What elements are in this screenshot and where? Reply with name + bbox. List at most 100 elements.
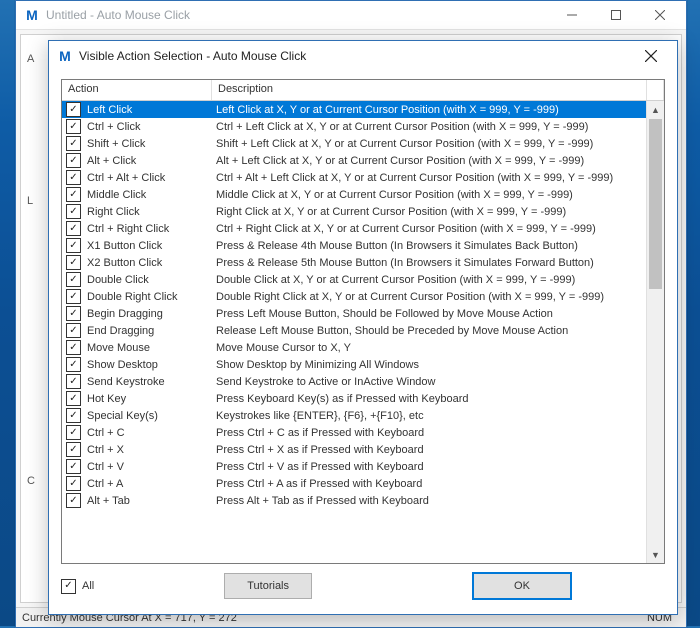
list-item[interactable]: ✓Shift + ClickShift + Left Click at X, Y… [62,135,646,152]
checkbox-icon[interactable]: ✓ [66,289,81,304]
list-header[interactable]: Action Description [62,80,664,101]
list-item[interactable]: ✓Right ClickRight Click at X, Y or at Cu… [62,203,646,220]
action-name: Send Keystroke [87,376,165,388]
checkbox-icon[interactable]: ✓ [66,204,81,219]
checkbox-icon[interactable]: ✓ [66,323,81,338]
list-item[interactable]: ✓Ctrl + XPress Ctrl + X as if Pressed wi… [62,441,646,458]
list-item[interactable]: ✓ Ctrl + A Press Ctrl + A as if Pressed wi… [62,475,646,492]
action-name: Alt + Tab [87,495,130,507]
checkbox-icon[interactable]: ✓ [66,102,81,117]
col-header-description[interactable]: Description [212,80,647,100]
action-name: Ctrl + C [87,427,125,439]
list-item[interactable]: ✓End DraggingRelease Left Mouse Button, … [62,322,646,339]
action-name: Left Click [87,104,132,116]
checkbox-icon[interactable]: ✓ [66,238,81,253]
list-item[interactable]: ✓Special Key(s)Keystrokes like {ENTER}, … [62,407,646,424]
scroll-up-icon[interactable]: ▲ [647,101,664,118]
action-description: Press Keyboard Key(s) as if Pressed with… [212,393,646,405]
list-item[interactable]: ✓Ctrl + Right ClickCtrl + Right Click at… [62,220,646,237]
maximize-button[interactable] [594,2,638,28]
all-checkbox[interactable]: ✓ All [61,579,94,594]
col-header-action[interactable]: Action [62,80,212,100]
dialog-title: Visible Action Selection - Auto Mouse Cl… [79,49,629,63]
action-name: Double Click [87,274,149,286]
action-description: Press Ctrl + X as if Pressed with Keyboa… [212,444,646,456]
col-header-scroll [647,80,664,100]
action-name: Ctrl + V [87,461,124,473]
actions-list[interactable]: Action Description ✓ Left Click Left Click… [61,79,665,564]
action-description: Release Left Mouse Button, Should be Pre… [212,325,646,337]
close-icon[interactable] [629,43,673,69]
list-item[interactable]: ✓ Middle Click Middle Click at X, Y or at … [62,186,646,203]
action-description: Keystrokes like {ENTER}, {F6}, +{F10}, e… [212,410,646,422]
checkbox-icon[interactable]: ✓ [66,391,81,406]
action-description: Press & Release 4th Mouse Button (In Bro… [212,240,646,252]
action-name: Ctrl + A [87,478,123,490]
list-item[interactable]: ✓ Ctrl + C Press Ctrl + C as if Pressed wi… [62,424,646,441]
list-item[interactable]: ✓Alt + ClickAlt + Left Click at X, Y or … [62,152,646,169]
list-item[interactable]: ✓Show DesktopShow Desktop by Minimizing … [62,356,646,373]
action-name: Move Mouse [87,342,150,354]
dialog-titlebar[interactable]: M Visible Action Selection - Auto Mouse … [49,41,677,71]
action-description: Double Click at X, Y or at Current Curso… [212,274,646,286]
checkbox-icon[interactable]: ✓ [66,408,81,423]
action-description: Left Click at X, Y or at Current Cursor … [212,104,646,116]
checkbox-icon[interactable]: ✓ [66,425,81,440]
checkbox-icon[interactable]: ✓ [66,136,81,151]
action-description: Double Right Click at X, Y or at Current… [212,291,646,303]
checkbox-icon[interactable]: ✓ [66,340,81,355]
scroll-down-icon[interactable]: ▼ [647,546,664,563]
list-item[interactable]: ✓Move MouseMove Mouse Cursor to X, Y [62,339,646,356]
main-titlebar[interactable]: M Untitled - Auto Mouse Click [16,1,686,29]
app-icon: M [24,7,40,23]
list-item[interactable]: ✓Begin DraggingPress Left Mouse Button, … [62,305,646,322]
list-item[interactable]: ✓ Hot Key Press Keyboard Key(s) as if Pres… [62,390,646,407]
list-item[interactable]: ✓ Double Click Double Click at X, Y or at … [62,271,646,288]
action-description: Middle Click at X, Y or at Current Curso… [212,189,646,201]
scrollbar-thumb[interactable] [649,119,662,289]
checkbox-icon[interactable]: ✓ [66,374,81,389]
checkbox-icon[interactable]: ✓ [66,476,81,491]
checkbox-icon[interactable]: ✓ [66,170,81,185]
list-item[interactable]: ✓Ctrl + Alt + ClickCtrl + Alt + Left Cli… [62,169,646,186]
checkbox-icon[interactable]: ✓ [66,255,81,270]
action-name: X2 Button Click [87,257,162,269]
action-name: Show Desktop [87,359,158,371]
checkbox-icon[interactable]: ✓ [66,153,81,168]
list-item[interactable]: ✓Ctrl + ClickCtrl + Left Click at X, Y o… [62,118,646,135]
action-name: Middle Click [87,189,146,201]
list-item[interactable]: ✓X1 Button ClickPress & Release 4th Mous… [62,237,646,254]
checkbox-icon[interactable]: ✓ [66,119,81,134]
all-label: All [82,580,94,592]
checkbox-icon[interactable]: ✓ [66,272,81,287]
checkbox-icon[interactable]: ✓ [66,221,81,236]
app-icon: M [57,48,73,64]
list-item[interactable]: ✓ X2 Button Click Press & Release 5th Mous… [62,254,646,271]
close-button[interactable] [638,2,682,28]
action-name: Hot Key [87,393,126,405]
checkbox-icon[interactable]: ✓ [66,306,81,321]
ok-button[interactable]: OK [472,572,572,600]
checkbox-icon[interactable]: ✓ [66,442,81,457]
tutorials-button[interactable]: Tutorials [224,573,312,599]
list-item[interactable]: ✓ Double Right Click Double Right Click at… [62,288,646,305]
action-description: Press Alt + Tab as if Pressed with Keybo… [212,495,646,507]
checkbox-icon[interactable]: ✓ [66,459,81,474]
list-item[interactable]: ✓Ctrl + VPress Ctrl + V as if Pressed wi… [62,458,646,475]
list-item[interactable]: ✓ Left Click Left Click at X, Y or at Curr… [62,101,646,118]
action-description: Shift + Left Click at X, Y or at Current… [212,138,646,150]
checkbox-icon[interactable]: ✓ [66,357,81,372]
main-window-title: Untitled - Auto Mouse Click [46,8,550,22]
checkbox-icon[interactable]: ✓ [66,187,81,202]
action-description: Press Ctrl + A as if Pressed with Keyboa… [212,478,646,490]
checkbox-icon[interactable]: ✓ [66,493,81,508]
action-description: Press & Release 5th Mouse Button (In Bro… [212,257,646,269]
list-item[interactable]: ✓Send KeystrokeSend Keystroke to Active … [62,373,646,390]
action-description: Press Ctrl + C as if Pressed with Keyboa… [212,427,646,439]
action-description: Ctrl + Right Click at X, Y or at Current… [212,223,646,235]
scrollbar[interactable]: ▲ ▼ [646,101,664,563]
action-name: Ctrl + Alt + Click [87,172,165,184]
action-name: Double Right Click [87,291,177,303]
minimize-button[interactable] [550,2,594,28]
list-item[interactable]: ✓ Alt + Tab Press Alt + Tab as if Pressed … [62,492,646,509]
